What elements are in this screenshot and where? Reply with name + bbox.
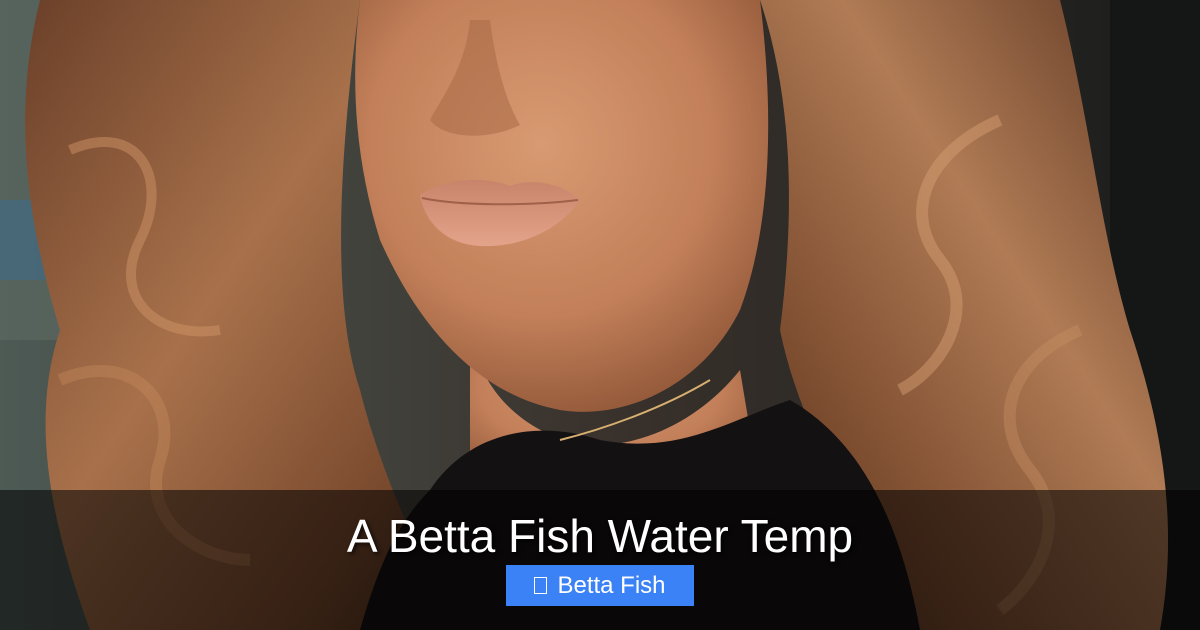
- category-badge[interactable]: Betta Fish: [506, 565, 694, 606]
- folder-icon: [534, 577, 548, 594]
- featured-image-card: A Betta Fish Water Temp Betta Fish: [0, 0, 1200, 630]
- category-label: Betta Fish: [557, 571, 666, 599]
- post-title: A Betta Fish Water Temp: [346, 510, 854, 562]
